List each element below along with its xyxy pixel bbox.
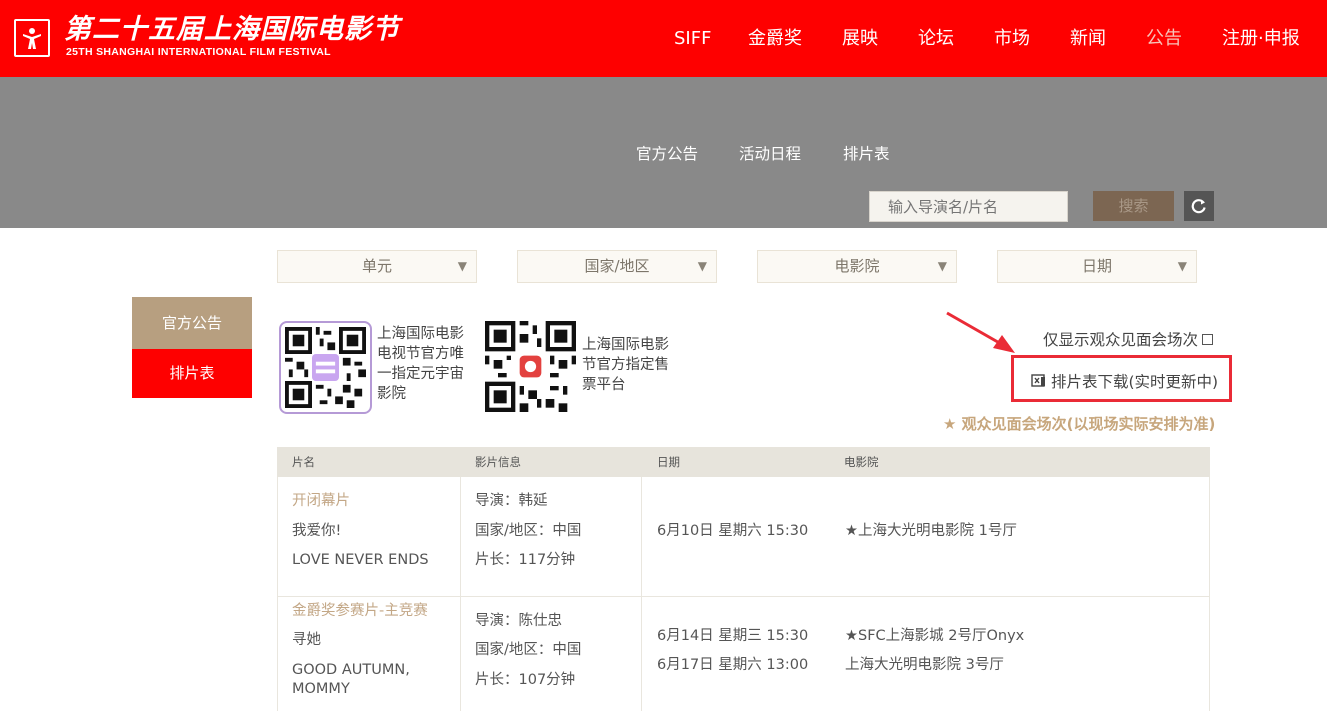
screening-cinema: 上海大光明电影院 3号厅 <box>845 657 1004 673</box>
festival-logo-text[interactable]: 第二十五届上海国际电影节 <box>64 15 400 45</box>
download-schedule-label: 排片表下载(实时更新中) <box>1051 373 1219 391</box>
sidebar-item-official-announcements[interactable]: 官方公告 <box>132 297 252 349</box>
festival-logo-subtitle: 25TH SHANGHAI INTERNATIONAL FILM FESTIVA… <box>66 46 331 58</box>
top-navigation-bar: 第二十五届上海国际电影节 25TH SHANGHAI INTERNATIONAL… <box>0 0 1327 77</box>
column-header-cinema: 电影院 <box>844 455 879 469</box>
screening-date: 6月14日 星期三 15:30 <box>657 628 809 644</box>
chevron-down-icon: ▼ <box>937 259 947 273</box>
caption-line: 票平台 <box>582 377 626 393</box>
ticketing-platform-caption: 上海国际电影 节官方指定售 票平台 <box>582 335 669 395</box>
filter-section-select[interactable]: 单元 ▼ <box>277 250 477 283</box>
caption-line: 一指定元宇宙 <box>377 366 464 382</box>
metaverse-cinema-qr-code <box>279 321 372 414</box>
table-row: 开闭幕片 我爱你! LOVE NEVER ENDS 导演：韩延 国家/地区：中国… <box>277 477 1210 597</box>
qr-code-icon <box>285 327 366 408</box>
film-runtime: 片长：117分钟 <box>475 552 576 568</box>
column-divider <box>460 597 461 711</box>
film-director: 导演：陈仕忠 <box>475 613 562 629</box>
excel-file-icon <box>1031 374 1045 387</box>
film-category[interactable]: 金爵奖参赛片-主竞赛 <box>292 601 428 621</box>
film-director: 导演：韩延 <box>475 493 548 509</box>
filter-country-select[interactable]: 国家/地区 ▼ <box>517 250 717 283</box>
column-divider <box>460 477 461 596</box>
chevron-down-icon: ▼ <box>697 259 707 273</box>
schedule-table-header: 片名 影片信息 日期 电影院 <box>277 447 1210 477</box>
search-input[interactable] <box>869 191 1068 222</box>
annotation-arrow-icon <box>946 311 1015 353</box>
film-runtime: 片长：107分钟 <box>475 672 576 688</box>
film-country: 国家/地区：中国 <box>475 642 582 658</box>
refresh-button[interactable] <box>1184 191 1214 221</box>
nav-item-market[interactable]: 市场 <box>994 26 1030 52</box>
table-row: 金爵奖参赛片-主竞赛 寻她 GOOD AUTUMN, MOMMY 导演：陈仕忠 … <box>277 597 1210 711</box>
subnav-screening-schedule[interactable]: 排片表 <box>843 144 890 164</box>
sidebar-item-schedule[interactable]: 排片表 <box>132 349 252 398</box>
only-meet-sessions-toggle[interactable]: 仅显示观众见面会场次 <box>1043 328 1214 350</box>
filter-cinema-select[interactable]: 电影院 ▼ <box>757 250 957 283</box>
film-title-en[interactable]: MOMMY <box>292 679 350 699</box>
film-title-cn[interactable]: 寻她 <box>292 630 321 650</box>
caption-line: 上海国际电影 <box>377 326 464 342</box>
film-title-cn[interactable]: 我爱你! <box>292 521 341 541</box>
meet-session-note: ★ 观众见面会场次(以现场实际安排为准) <box>943 415 1216 433</box>
search-button[interactable]: 搜索 <box>1093 191 1174 221</box>
filter-country-label: 国家/地区 <box>584 257 650 275</box>
film-title-en[interactable]: GOOD AUTUMN, <box>292 660 410 680</box>
only-meet-sessions-label: 仅显示观众见面会场次 <box>1043 331 1199 349</box>
metaverse-cinema-caption: 上海国际电影 电视节官方唯 一指定元宇宙 影院 <box>377 324 464 404</box>
filter-cinema-label: 电影院 <box>834 257 880 275</box>
column-divider <box>641 477 642 596</box>
download-schedule-link[interactable]: 排片表下载(实时更新中) <box>1031 370 1218 392</box>
subnav-event-schedule[interactable]: 活动日程 <box>739 144 801 164</box>
nav-item-golden-goblet[interactable]: 金爵奖 <box>748 26 802 52</box>
film-category[interactable]: 开闭幕片 <box>292 491 350 511</box>
screening-date: 6月17日 星期六 13:00 <box>657 657 809 673</box>
filter-date-label: 日期 <box>1081 257 1112 275</box>
nav-item-screening[interactable]: 展映 <box>842 26 878 52</box>
film-title-en[interactable]: LOVE NEVER ENDS <box>292 550 429 570</box>
screening-cinema: ★上海大光明电影院 1号厅 <box>845 523 1017 539</box>
nav-item-registration[interactable]: 注册·申报 <box>1222 26 1300 52</box>
ticketing-platform-qr-code <box>485 321 576 412</box>
caption-line: 上海国际电影 <box>582 337 669 353</box>
column-header-title: 片名 <box>292 455 315 469</box>
caption-line: 节官方指定售 <box>582 357 669 373</box>
screening-cinema: ★SFC上海影城 2号厅Onyx <box>845 628 1025 644</box>
nav-item-siff[interactable]: SIFF <box>674 26 711 52</box>
filter-section-label: 单元 <box>361 257 392 275</box>
festival-logo-icon[interactable] <box>14 19 50 57</box>
caption-line: 电视节官方唯 <box>377 346 464 362</box>
film-country: 国家/地区：中国 <box>475 523 582 539</box>
column-divider <box>641 597 642 711</box>
qr-code-icon <box>485 321 576 412</box>
subnav-official-announcements[interactable]: 官方公告 <box>636 144 698 164</box>
screening-date: 6月10日 星期六 15:30 <box>657 523 809 539</box>
nav-item-announcements[interactable]: 公告 <box>1146 26 1182 52</box>
column-header-film-info: 影片信息 <box>475 455 521 469</box>
chevron-down-icon: ▼ <box>1177 259 1187 273</box>
chevron-down-icon: ▼ <box>457 259 467 273</box>
caption-line: 影院 <box>377 386 406 402</box>
nav-item-forum[interactable]: 论坛 <box>918 26 954 52</box>
column-header-date: 日期 <box>657 455 680 469</box>
refresh-icon <box>1191 199 1206 214</box>
only-meet-sessions-checkbox[interactable] <box>1202 333 1214 345</box>
nav-item-news[interactable]: 新闻 <box>1070 26 1106 52</box>
filter-date-select[interactable]: 日期 ▼ <box>997 250 1197 283</box>
